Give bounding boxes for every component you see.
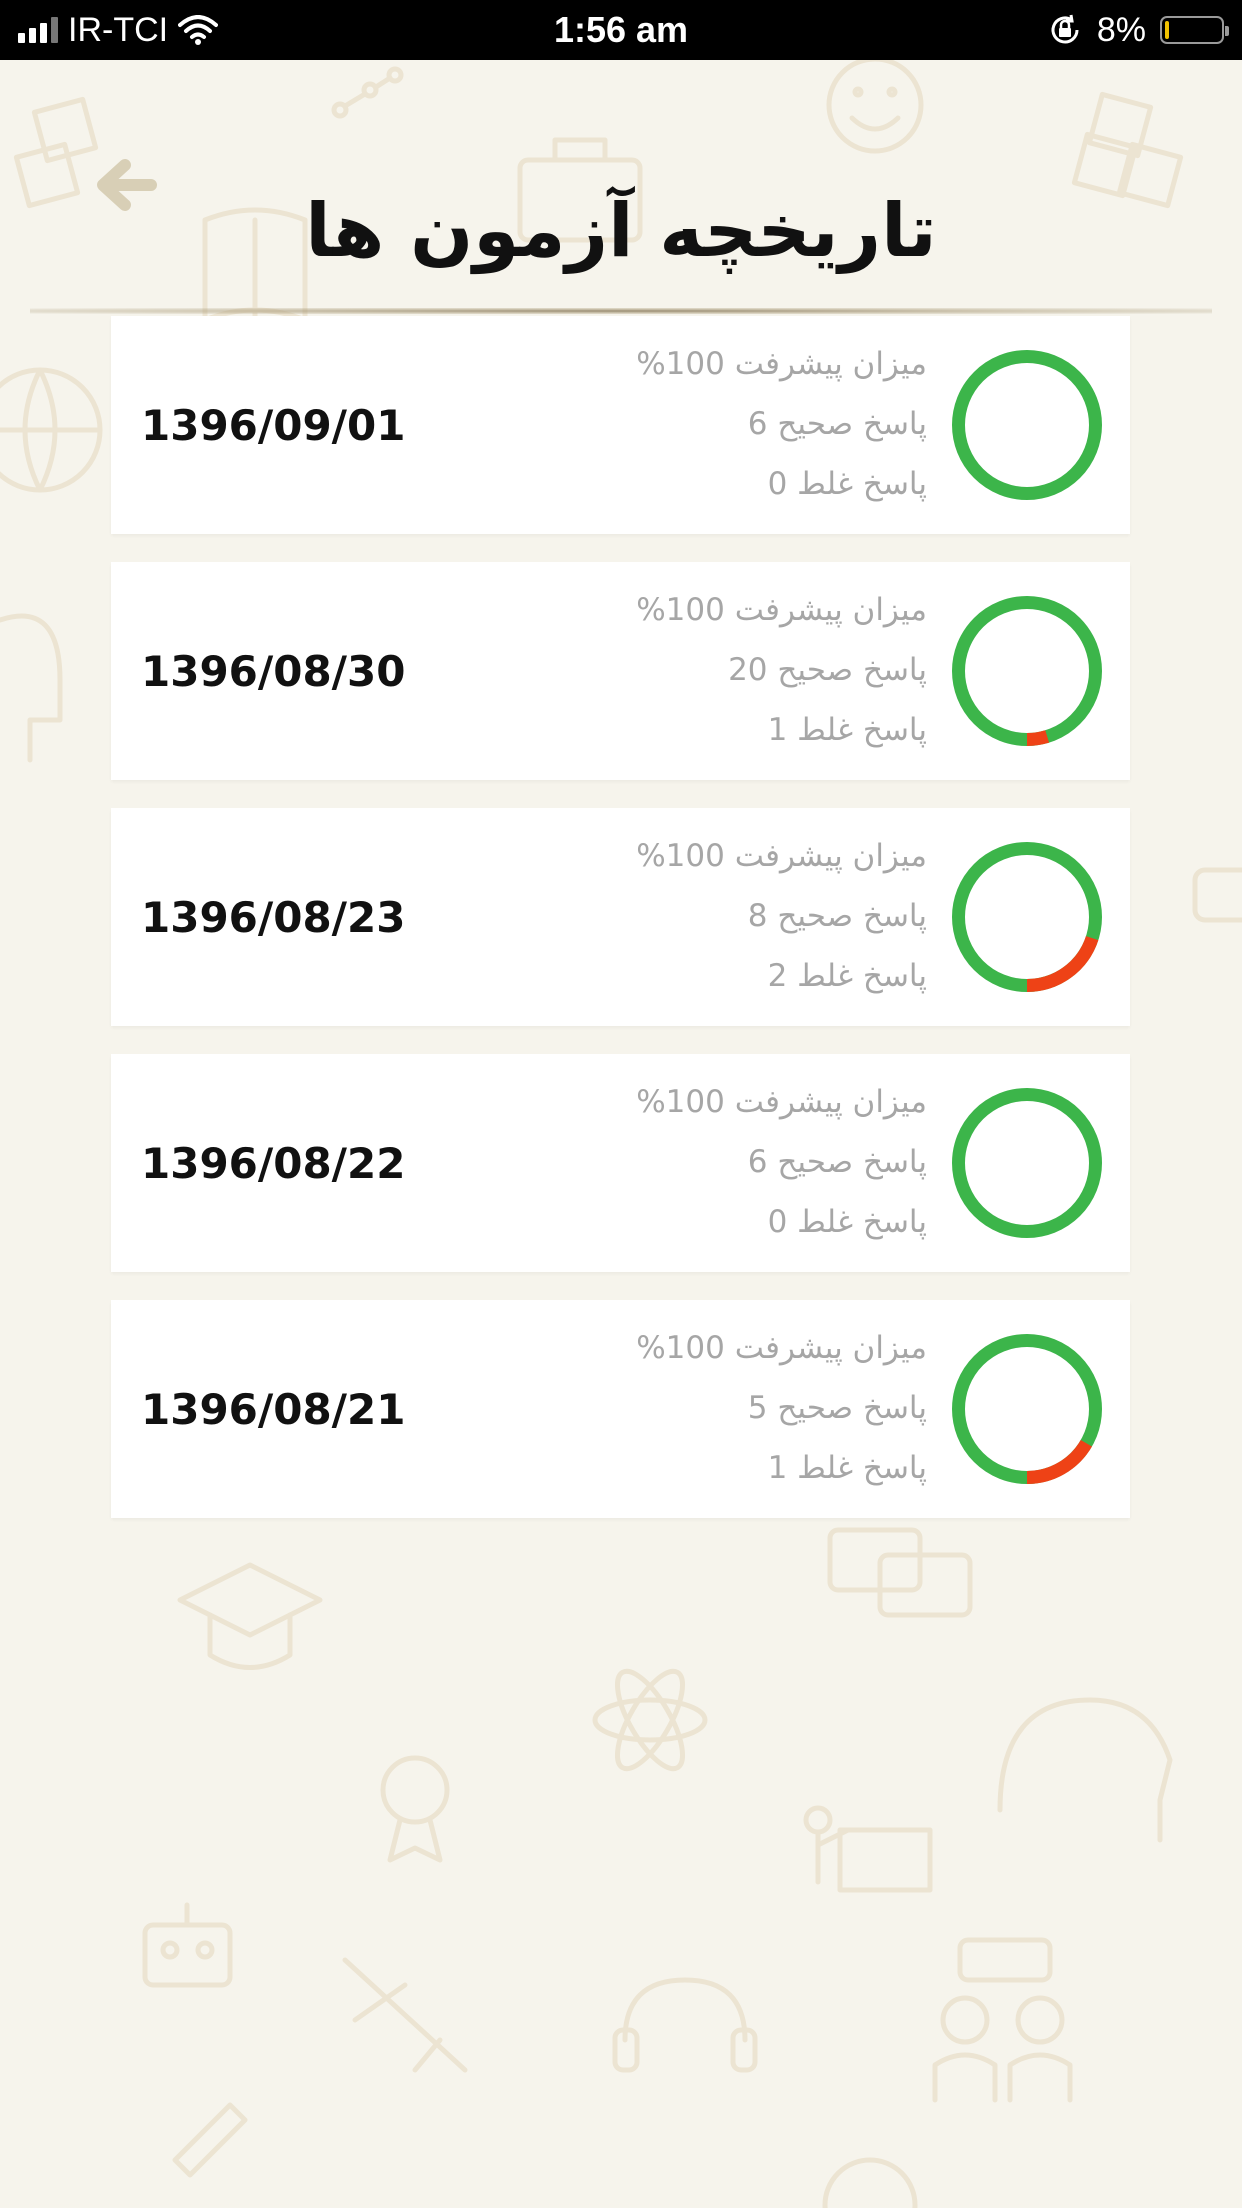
battery-icon [1160, 16, 1229, 44]
exam-date: 1396/09/01 [141, 400, 406, 450]
exam-wrong-label: پاسخ غلط 2 [767, 958, 927, 994]
exam-card[interactable]: 1396/08/22 میزان پیشرفت 100% پاسخ صحیح 6 پا… [111, 1054, 1130, 1272]
exam-stats: میزان پیشرفت 100% پاسخ صحیح 5 پاسخ غلط 1 [636, 1318, 927, 1498]
exam-progress-label: میزان پیشرفت 100% [636, 592, 927, 628]
orientation-lock-icon [1051, 14, 1079, 44]
exam-card[interactable]: 1396/08/23 میزان پیشرفت 100% پاسخ صحیح 8 پا… [111, 808, 1130, 1026]
correct-arc [952, 1088, 1102, 1238]
exam-date: 1396/08/21 [141, 1384, 406, 1434]
exam-correct-label: پاسخ صحیح 8 [747, 898, 927, 934]
status-right: 8% [1047, 0, 1229, 60]
page-title: تاریخچه آزمون ها [305, 188, 937, 274]
exam-date: 1396/08/23 [141, 892, 406, 942]
exam-stats: میزان پیشرفت 100% پاسخ صحیح 6 پاسخ غلط 0 [636, 1072, 927, 1252]
exam-wrong-label: پاسخ غلط 0 [767, 466, 927, 502]
battery-percent: 8% [1096, 10, 1146, 49]
correct-arc [952, 350, 1102, 500]
exam-wrong-label: پاسخ غلط 1 [767, 712, 927, 748]
exam-date: 1396/08/30 [141, 646, 406, 696]
exam-progress-label: میزان پیشرفت 100% [636, 1084, 927, 1120]
exam-progress-label: میزان پیشرفت 100% [636, 838, 927, 874]
exam-progress-label: میزان پیشرفت 100% [636, 346, 927, 382]
exam-history-list: 1396/09/01 میزان پیشرفت 100% پاسخ صحیح 6 پا… [111, 316, 1130, 1546]
score-ring [952, 1088, 1102, 1238]
battery-level [1165, 21, 1169, 39]
correct-arc [952, 596, 1102, 746]
exam-wrong-label: پاسخ غلط 0 [767, 1204, 927, 1240]
exam-stats: میزان پیشرفت 100% پاسخ صحیح 8 پاسخ غلط 2 [636, 826, 927, 1006]
exam-correct-label: پاسخ صحیح 20 [728, 652, 927, 688]
exam-correct-label: پاسخ صحیح 6 [747, 1144, 927, 1180]
exam-correct-label: پاسخ صحیح 5 [747, 1390, 927, 1426]
exam-card[interactable]: 1396/08/21 میزان پیشرفت 100% پاسخ صحیح 5 پا… [111, 1300, 1130, 1518]
exam-progress-label: میزان پیشرفت 100% [636, 1330, 927, 1366]
exam-stats: میزان پیشرفت 100% پاسخ صحیح 6 پاسخ غلط 0 [636, 334, 927, 514]
exam-correct-label: پاسخ صحیح 6 [747, 406, 927, 442]
score-ring [952, 596, 1102, 746]
score-ring [952, 842, 1102, 992]
score-ring [952, 1334, 1102, 1484]
score-ring [952, 350, 1102, 500]
exam-card[interactable]: 1396/09/01 میزان پیشرفت 100% پاسخ صحیح 6 پا… [111, 316, 1130, 534]
exam-card[interactable]: 1396/08/30 میزان پیشرفت 100% پاسخ صحیح 20 پ… [111, 562, 1130, 780]
exam-stats: میزان پیشرفت 100% پاسخ صحیح 20 پاسخ غلط 1 [636, 580, 927, 760]
exam-wrong-label: پاسخ غلط 1 [767, 1450, 927, 1486]
header-divider [30, 308, 1212, 314]
exam-date: 1396/08/22 [141, 1138, 406, 1188]
status-bar: IR-TCI 1:56 am 8% [0, 0, 1242, 60]
